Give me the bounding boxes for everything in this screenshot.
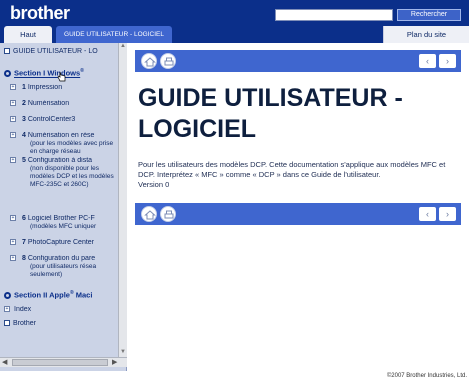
search-input[interactable] <box>275 9 393 21</box>
section-circle-icon <box>4 292 11 300</box>
sidebar-item-label: Numérisation <box>25 100 70 107</box>
sidebar: GUIDE UTILISATEUR - LO Section I Windows… <box>0 43 127 371</box>
sidebar-item-7[interactable]: +7 PhotoCapture Center <box>10 239 126 247</box>
page-title: GUIDE UTILISATEUR - LOGICIEL <box>138 84 403 143</box>
home-icon[interactable] <box>141 206 157 222</box>
registered-mark: ® <box>80 68 84 74</box>
sidebar-item-6[interactable]: +6 Logiciel Brother PC-F <box>10 215 126 223</box>
scroll-thumb[interactable] <box>12 359 108 366</box>
sidebar-item-4[interactable]: +4 Numérisation en rése <box>10 132 126 140</box>
previous-button[interactable]: ‹ <box>419 54 436 68</box>
next-button[interactable]: › <box>439 54 456 68</box>
sidebar-item-label: Brother <box>13 320 36 327</box>
sidebar-item-label: Numérisation en rése <box>25 132 95 139</box>
intro-text: Pour les utilisateurs des modèles DCP. C… <box>138 160 456 190</box>
expand-icon: + <box>10 84 16 91</box>
expand-icon: + <box>10 255 16 262</box>
tab-home[interactable]: Haut <box>4 26 52 43</box>
sidebar-item-label: Section II Apple <box>14 290 70 300</box>
next-button[interactable]: › <box>439 207 456 221</box>
top-nav-bar: ‹ › <box>135 50 461 72</box>
intro-paragraph: Pour les utilisateurs des modèles DCP. C… <box>138 160 446 179</box>
print-icon[interactable] <box>160 206 176 222</box>
expand-icon: + <box>10 116 16 123</box>
sidebar-item-5[interactable]: +5 Configuration à dista <box>10 157 126 165</box>
scroll-left-icon[interactable]: ◀ <box>2 358 7 366</box>
sidebar-item-8-sub[interactable]: (pour utilisateurs résea seulement) <box>30 263 118 279</box>
sidebar-item-label: Logiciel Brother PC-F <box>25 215 95 222</box>
scroll-right-icon[interactable]: ▶ <box>112 358 117 366</box>
bottom-nav-bar: ‹ › <box>135 203 461 225</box>
print-icon[interactable] <box>160 53 176 69</box>
search-button[interactable]: Rechercher <box>397 9 461 21</box>
expand-icon: + <box>10 239 16 246</box>
sidebar-item-3[interactable]: +3 ControlCenter3 <box>10 116 126 124</box>
previous-button[interactable]: ‹ <box>419 207 436 221</box>
page-icon <box>4 48 10 55</box>
sidebar-item-label: Index <box>14 306 32 313</box>
expand-icon: + <box>4 306 10 313</box>
sidebar-item-index[interactable]: + Index <box>4 306 122 314</box>
sidebar-item-8[interactable]: +8 Configuration du pare <box>10 255 126 263</box>
copyright-text: ©2007 Brother Industries, Ltd. <box>386 373 467 379</box>
sidebar-item-5-sub[interactable]: (non disponible pour les modèles DCP et … <box>30 165 118 189</box>
sitemap-link[interactable]: Plan du site <box>383 26 469 43</box>
brother-logo[interactable]: brother <box>10 3 70 24</box>
sidebar-item-label: PhotoCapture Center <box>25 239 95 246</box>
scroll-down-icon[interactable]: ▼ <box>119 349 127 357</box>
section-circle-icon <box>4 70 11 78</box>
tab-guide[interactable]: GUIDE UTILISATEUR - LOGICIEL <box>56 26 172 43</box>
hand-cursor-icon <box>57 71 66 82</box>
scroll-up-icon[interactable]: ▲ <box>119 43 127 51</box>
header-bar: brother Rechercher Haut GUIDE UTILISATEU… <box>0 0 469 43</box>
sidebar-item-label: Maci <box>73 290 93 300</box>
version-text: Version 0 <box>138 180 170 189</box>
page-icon <box>4 320 10 327</box>
home-icon[interactable] <box>141 53 157 69</box>
sidebar-item-root[interactable]: GUIDE UTILISATEUR - LO <box>4 48 122 56</box>
sidebar-horizontal-scrollbar[interactable]: ◀ ▶ <box>0 357 127 367</box>
sidebar-vertical-scrollbar[interactable]: ▲ ▼ <box>118 43 127 357</box>
sidebar-item-label: Configuration à dista <box>25 157 93 164</box>
sidebar-item-6-sub[interactable]: (modèles MFC uniquer <box>30 223 118 231</box>
expand-icon: + <box>10 132 16 139</box>
footer: ©2007 Brother Industries, Ltd. <box>0 371 469 382</box>
expand-icon: + <box>10 157 16 164</box>
sidebar-item-section2[interactable]: Section II Apple® Maci <box>4 289 122 300</box>
sidebar-item-label: Impression <box>25 84 63 91</box>
sidebar-item-label: GUIDE UTILISATEUR - LO <box>13 48 98 55</box>
sidebar-item-label: Section I Windows <box>14 68 81 78</box>
sidebar-item-label: ControlCenter3 <box>25 116 76 123</box>
sidebar-item-2[interactable]: +2 Numérisation <box>10 100 126 108</box>
expand-icon: + <box>10 215 16 222</box>
sidebar-item-label: Configuration du pare <box>25 255 96 262</box>
sidebar-item-1[interactable]: +1 Impression <box>10 84 126 92</box>
sidebar-item-brother[interactable]: Brother <box>4 320 122 328</box>
expand-icon: + <box>10 100 16 107</box>
sidebar-item-4-sub[interactable]: (pour les modèles avec prise en charge r… <box>30 140 118 156</box>
